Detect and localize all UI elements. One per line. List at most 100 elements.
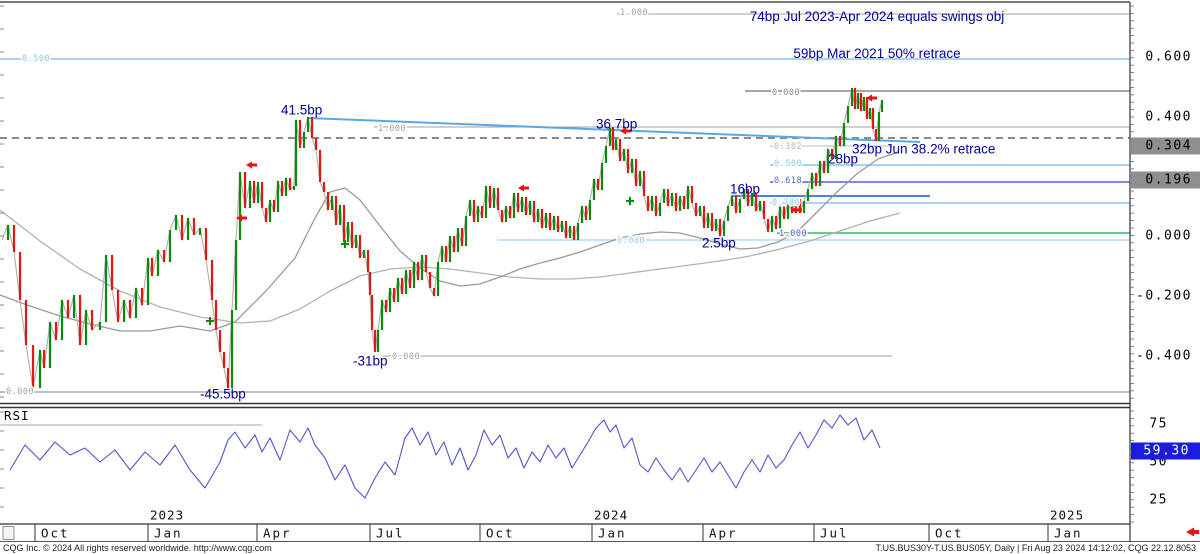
month-label: Apr: [709, 526, 738, 541]
price-bar: [367, 250, 369, 272]
price-bar: [441, 246, 443, 262]
chart-canvas[interactable]: 0.5001.0000.0001.0000.3820.5000.6180.786…: [0, 0, 1200, 554]
price-bar: [343, 205, 345, 242]
month-label: Jan: [1054, 526, 1083, 541]
month-label: Oct: [935, 526, 964, 541]
price-bar: [707, 213, 709, 228]
price-bar: [541, 209, 543, 228]
price-bar: [73, 295, 75, 318]
price-bar: [393, 288, 395, 302]
price-bar: [719, 219, 721, 236]
price-bar: [239, 172, 241, 240]
price-bar: [205, 228, 207, 260]
month-label: Apr: [263, 526, 292, 541]
price-bar: [763, 201, 765, 219]
price-bar: [315, 138, 317, 150]
status-copyright: CQG Inc. © 2024 All rights reserved worl…: [3, 543, 272, 553]
price-bar: [19, 252, 21, 300]
price-bar: [573, 226, 575, 240]
price-bar: [163, 250, 165, 262]
price-bar: [803, 201, 805, 213]
price-bar: [667, 189, 669, 206]
rsi-current-value: 59.30: [1143, 444, 1190, 459]
price-bar: [175, 215, 177, 230]
sell-arrow-icon: [246, 162, 257, 169]
price-bar: [293, 186, 295, 190]
price-bar: [863, 97, 865, 111]
price-bar: [43, 350, 45, 368]
price-bar: [857, 93, 859, 109]
price-bar: [381, 300, 383, 330]
price-bar: [597, 179, 599, 190]
price-bar: [285, 178, 287, 196]
year-label: 2025: [1050, 508, 1084, 523]
price-bar: [775, 216, 777, 229]
price-bar: [269, 200, 271, 222]
price-bar: [151, 258, 153, 276]
price-bar: [405, 270, 407, 294]
price-bar: [581, 206, 583, 223]
price-axis-label: 0.000: [1145, 229, 1192, 244]
swing-label: 16bp: [730, 182, 760, 197]
price-bar: [577, 223, 579, 240]
price-bar: [525, 197, 527, 215]
price-bar: [823, 161, 825, 173]
price-bar: [223, 352, 225, 368]
price-bar: [627, 149, 629, 173]
price-bar: [327, 192, 329, 210]
price-bar: [529, 201, 531, 215]
price-bar: [663, 189, 665, 203]
price-bar: [759, 201, 761, 211]
price-bar: [513, 193, 515, 218]
rsi-panel-label: RSI: [4, 408, 30, 423]
price-bar: [425, 255, 427, 272]
price-bar: [815, 173, 817, 186]
price-bar: [699, 206, 701, 216]
price-bar: [872, 108, 874, 129]
price-bar: [437, 262, 439, 296]
price-bar: [355, 235, 357, 248]
price-bar: [141, 288, 143, 305]
price-bar: [359, 235, 361, 258]
price-bar: [85, 310, 87, 345]
price-bar: [235, 240, 237, 310]
fib-value-label: 1.000: [779, 229, 807, 239]
price-bar: [565, 221, 567, 238]
price-bar: [545, 213, 547, 228]
month-label: Jan: [598, 526, 627, 541]
rsi-axis-label: 75: [1149, 417, 1168, 432]
price-bar: [505, 206, 507, 222]
price-axis-label: 0.400: [1145, 110, 1192, 125]
fib-value-label: 0.000: [392, 352, 420, 362]
rsi-axis-label: 25: [1149, 493, 1168, 508]
fib-value-label: 0.000: [617, 236, 645, 246]
price-bar: [509, 206, 511, 218]
price-bar: [117, 290, 119, 322]
price-bar: [683, 196, 685, 209]
price-bar: [771, 216, 773, 232]
price-bar: [249, 181, 251, 208]
price-bar: [99, 322, 101, 330]
price-bar: [303, 132, 305, 148]
swing-label: 36.7bp: [596, 117, 637, 132]
price-bar: [691, 186, 693, 203]
price-bar: [105, 255, 107, 322]
price-bar: [445, 246, 447, 262]
price-bar: [339, 205, 341, 225]
corner-resize-box[interactable]: [3, 527, 14, 540]
price-bar: [639, 171, 641, 186]
price-bar: [7, 225, 9, 240]
scroll-right-arrow-icon[interactable]: [1186, 528, 1199, 537]
price-axis-label: 0.600: [1145, 50, 1192, 65]
price-bar: [549, 213, 551, 230]
month-label: Jul: [376, 526, 405, 541]
price-bar: [67, 300, 69, 318]
price-bar: [869, 108, 871, 119]
price-bar: [623, 149, 625, 161]
price-bar: [671, 193, 673, 206]
price-bar: [854, 88, 856, 109]
price-bar: [631, 159, 633, 173]
price-bar: [687, 186, 689, 209]
rsi-line: [10, 415, 880, 498]
price-bar: [181, 215, 183, 240]
